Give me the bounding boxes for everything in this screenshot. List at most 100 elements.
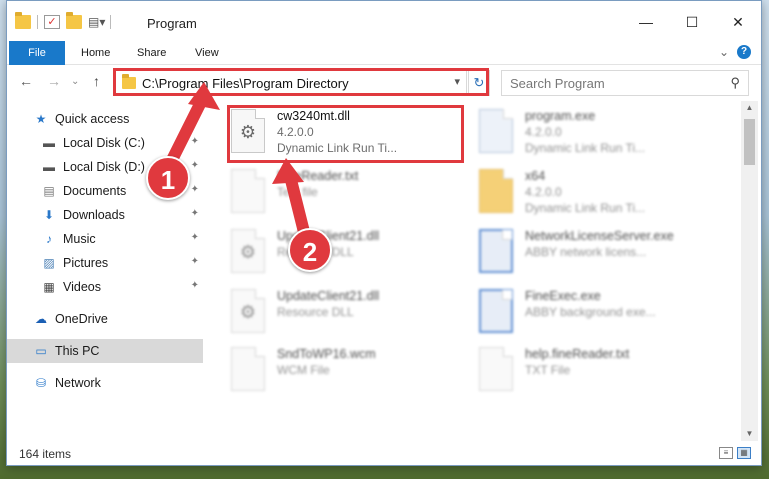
file-details: help.fineReader.txt TXT File	[525, 347, 629, 377]
videos-icon: ▦	[43, 280, 55, 294]
file-item-program-exe[interactable]: program.exe 4.2.0.0 Dynamic Link Run Ti.…	[479, 109, 719, 165]
tab-home[interactable]: Home	[69, 41, 122, 65]
file-item-fineexec[interactable]: FineExec.exe ABBY background exe...	[479, 289, 719, 345]
gear-file-icon: ⚙	[231, 289, 265, 333]
properties-icon[interactable]: ✓	[44, 15, 60, 29]
cloud-icon: ☁	[35, 312, 47, 326]
file-details: SndToWP16.wcm WCM File	[277, 347, 376, 377]
file-item-x64[interactable]: x64 4.2.0.0 Dynamic Link Run Ti...	[479, 169, 719, 225]
ribbon-tabs: File Home Share View ⌄ ?	[7, 41, 761, 65]
sidebar-item-onedrive[interactable]: ☁ OneDrive	[7, 307, 203, 331]
file-details: FineReader.txt Text file	[277, 169, 358, 199]
blank-file-icon	[479, 347, 513, 391]
status-bar: 164 items ≡ ▦	[7, 443, 761, 465]
file-type: TXT File	[525, 363, 571, 377]
sidebar-item-label: Local Disk (C:)	[63, 136, 145, 150]
computer-icon: ▭	[35, 344, 47, 358]
pin-icon: ✦	[190, 136, 199, 147]
sidebar-item-music[interactable]: ♪ Music ✦	[7, 227, 203, 251]
customize-toolbar-icon[interactable]: ▤▾	[88, 15, 105, 29]
tab-share[interactable]: Share	[125, 41, 178, 65]
window-controls: — ☐ ✕	[623, 7, 761, 37]
step-2-badge: 2	[288, 228, 332, 272]
pin-icon: ✦	[190, 208, 199, 219]
sidebar-item-this-pc[interactable]: ▭ This PC	[7, 339, 203, 363]
item-count: 164 items	[19, 447, 72, 461]
file-item-updateclient21-a[interactable]: ⚙ UpdateClient21.dll Resource DLL	[231, 229, 471, 285]
new-folder-icon[interactable]	[66, 12, 82, 29]
close-button[interactable]: ✕	[715, 7, 761, 37]
search-box[interactable]: ⚲	[501, 70, 749, 96]
scrollbar-thumb[interactable]	[744, 119, 755, 165]
maximize-button[interactable]: ☐	[669, 7, 715, 37]
pin-icon: ✦	[190, 280, 199, 291]
pin-icon: ✦	[190, 232, 199, 243]
title-bar: ✓ ▤▾ Program — ☐ ✕	[7, 1, 761, 41]
star-icon: ★	[35, 112, 47, 126]
file-name: SndToWP16.wcm	[277, 347, 376, 361]
drive-icon: ▬	[43, 160, 55, 174]
sidebar-item-network[interactable]: ⛁ Network	[7, 371, 203, 395]
blank-file-icon	[231, 347, 265, 391]
sidebar-item-label: Videos	[63, 280, 101, 294]
minimize-button[interactable]: —	[623, 7, 669, 37]
file-item-sndtowp16[interactable]: SndToWP16.wcm WCM File	[231, 347, 471, 403]
exe-icon	[479, 109, 513, 153]
file-details: NetworkLicenseServer.exe ABBY network li…	[525, 229, 674, 259]
sidebar-item-pictures[interactable]: ▨ Pictures ✦	[7, 251, 203, 275]
search-input[interactable]	[510, 75, 710, 91]
quick-access-toolbar: ✓ ▤▾	[15, 12, 111, 29]
search-icon[interactable]: ⚲	[730, 75, 740, 91]
file-item-help-finereader[interactable]: help.fineReader.txt TXT File	[479, 347, 719, 403]
vertical-scrollbar[interactable]: ▲ ▼	[741, 101, 758, 441]
pin-icon: ✦	[190, 160, 199, 171]
file-name: NetworkLicenseServer.exe	[525, 229, 674, 243]
tab-file[interactable]: File	[9, 41, 65, 65]
sidebar-item-quick-access[interactable]: ★ Quick access	[7, 107, 203, 131]
pin-icon: ✦	[190, 256, 199, 267]
sidebar-item-label: OneDrive	[55, 312, 108, 326]
recent-locations-button[interactable]: ⌄	[71, 76, 79, 87]
scroll-up-icon[interactable]: ▲	[741, 101, 758, 115]
gear-file-icon: ⚙	[231, 229, 265, 273]
folder-icon	[479, 169, 513, 213]
sidebar-item-videos[interactable]: ▦ Videos ✦	[7, 275, 203, 299]
file-name: program.exe	[525, 109, 596, 123]
file-name: UpdateClient21.dll	[277, 289, 380, 303]
music-icon: ♪	[46, 232, 52, 246]
sidebar-item-downloads[interactable]: ⬇ Downloads ✦	[7, 203, 203, 227]
expand-ribbon-icon[interactable]: ⌄	[719, 45, 729, 59]
tab-view[interactable]: View	[183, 41, 231, 65]
file-type: Text file	[277, 185, 318, 199]
file-item-updateclient21-b[interactable]: ⚙ UpdateClient21.dll Resource DLL	[231, 289, 471, 345]
tiles-view-icon[interactable]: ▦	[737, 447, 751, 459]
file-details: program.exe 4.2.0.0 Dynamic Link Run Ti.…	[525, 109, 645, 155]
sidebar-item-label: Pictures	[63, 256, 109, 270]
folder-icon	[15, 12, 31, 29]
app-icon	[479, 289, 513, 333]
step-1-badge: 1	[146, 156, 190, 200]
file-type: WCM File	[277, 363, 330, 377]
file-item-finereader-txt[interactable]: FineReader.txt Text file	[231, 169, 471, 225]
file-description: ABBY background exe...	[525, 305, 656, 319]
toolbar-divider	[110, 15, 111, 29]
back-button[interactable]: ←	[19, 73, 33, 89]
file-description: ABBY network licens...	[525, 245, 647, 259]
sidebar-item-local-disk-c[interactable]: ▬ Local Disk (C:) ✦	[7, 131, 203, 155]
text-file-icon	[231, 169, 265, 213]
forward-button[interactable]: →	[47, 73, 61, 89]
pin-icon: ✦	[190, 184, 199, 195]
file-item-networklicenseserver[interactable]: NetworkLicenseServer.exe ABBY network li…	[479, 229, 719, 285]
file-details: x64 4.2.0.0 Dynamic Link Run Ti...	[525, 169, 645, 215]
scroll-down-icon[interactable]: ▼	[741, 427, 758, 441]
documents-icon: ▤	[43, 184, 55, 198]
sidebar-item-label: Quick access	[55, 112, 130, 126]
file-type: Resource DLL	[277, 305, 354, 319]
explorer-window: ✓ ▤▾ Program — ☐ ✕ File Home Share View …	[6, 0, 762, 466]
file-description: Dynamic Link Run Ti...	[525, 201, 646, 215]
details-view-icon[interactable]: ≡	[719, 447, 733, 459]
up-button[interactable]: ↑	[93, 73, 100, 89]
sidebar-item-label: Documents	[63, 184, 127, 198]
help-icon[interactable]: ?	[737, 45, 751, 59]
toolbar-divider	[37, 15, 38, 29]
